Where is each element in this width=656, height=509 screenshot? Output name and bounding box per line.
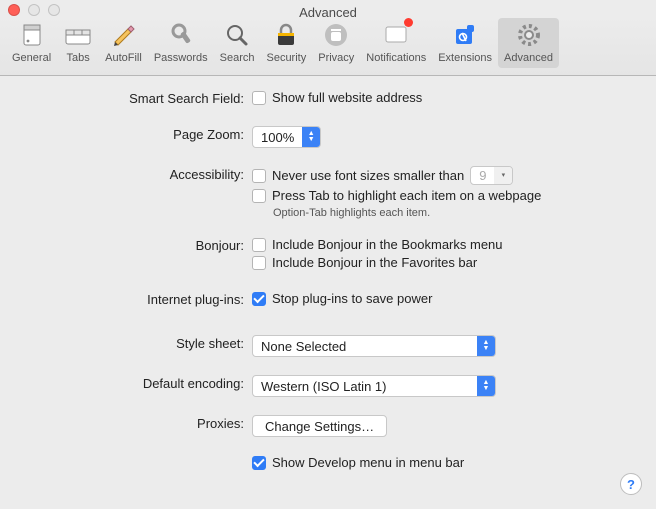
chevron-updown-icon: ▲▼ — [477, 336, 495, 356]
passwords-icon — [166, 20, 196, 50]
toolbar-label: Search — [220, 52, 255, 64]
general-icon — [17, 20, 47, 50]
toolbar-label: General — [12, 52, 51, 64]
stop-plugins-label: Stop plug-ins to save power — [272, 291, 432, 306]
stylesheet-value: None Selected — [253, 339, 354, 354]
toolbar-label: Notifications — [366, 52, 426, 64]
stop-plugins-checkbox[interactable] — [252, 292, 266, 306]
tab-highlight-hint: Option-Tab highlights each item. — [273, 207, 430, 219]
min-font-size-checkbox[interactable] — [252, 169, 266, 183]
toolbar-label: Advanced — [504, 52, 553, 64]
toolbar-label: Extensions — [438, 52, 492, 64]
toolbar-label: Passwords — [154, 52, 208, 64]
toolbar-tab-passwords[interactable]: Passwords — [148, 18, 214, 68]
notification-badge — [404, 18, 413, 27]
stylesheet-label: Style sheet: — [10, 335, 252, 351]
toolbar-tab-tabs[interactable]: Tabs — [57, 18, 99, 68]
change-settings-button[interactable]: Change Settings… — [252, 415, 387, 437]
notifications-icon — [381, 20, 411, 50]
toolbar-label: Tabs — [67, 52, 90, 64]
preferences-toolbar: General Tabs AutoFill Passwords Search S… — [0, 16, 656, 76]
show-develop-label: Show Develop menu in menu bar — [272, 455, 464, 470]
toolbar-tab-extensions[interactable]: Extensions — [432, 18, 498, 68]
min-font-size-label: Never use font sizes smaller than — [272, 168, 464, 183]
chevron-updown-icon: ▲▼ — [302, 127, 320, 147]
page-zoom-label: Page Zoom: — [10, 126, 252, 142]
bonjour-label: Bonjour: — [10, 237, 252, 253]
advanced-pane: Smart Search Field: Show full website ad… — [0, 76, 656, 487]
encoding-label: Default encoding: — [10, 375, 252, 391]
toolbar-tab-general[interactable]: General — [6, 18, 57, 68]
toolbar-tab-advanced[interactable]: Advanced — [498, 18, 559, 68]
show-full-url-checkbox[interactable] — [252, 91, 266, 105]
close-window-button[interactable] — [8, 4, 20, 16]
accessibility-label: Accessibility: — [10, 166, 252, 182]
minimize-window-button[interactable] — [28, 4, 40, 16]
show-full-url-label: Show full website address — [272, 90, 422, 105]
advanced-icon — [514, 20, 544, 50]
min-font-size-value: 9 — [471, 168, 494, 183]
toolbar-tab-autofill[interactable]: AutoFill — [99, 18, 148, 68]
bonjour-favorites-checkbox[interactable] — [252, 256, 266, 270]
plugins-label: Internet plug-ins: — [10, 291, 252, 307]
tabs-icon — [63, 20, 93, 50]
chevron-updown-icon: ▲▼ — [477, 376, 495, 396]
encoding-select[interactable]: Western (ISO Latin 1) ▲▼ — [252, 375, 496, 397]
search-icon — [222, 20, 252, 50]
tab-highlight-label: Press Tab to highlight each item on a we… — [272, 188, 541, 203]
show-develop-checkbox[interactable] — [252, 456, 266, 470]
toolbar-label: AutoFill — [105, 52, 142, 64]
min-font-size-select[interactable]: 9 ▾ — [470, 166, 513, 185]
autofill-icon — [108, 20, 138, 50]
bonjour-bookmarks-label: Include Bonjour in the Bookmarks menu — [272, 237, 503, 252]
privacy-icon — [321, 20, 351, 50]
toolbar-tab-search[interactable]: Search — [214, 18, 261, 68]
help-icon: ? — [627, 477, 635, 492]
page-zoom-select[interactable]: 100% ▲▼ — [252, 126, 321, 148]
toolbar-tab-security[interactable]: Security — [260, 18, 312, 68]
window-titlebar: Advanced — [0, 0, 656, 16]
extensions-icon — [450, 20, 480, 50]
toolbar-label: Security — [266, 52, 306, 64]
tab-highlight-checkbox[interactable] — [252, 189, 266, 203]
help-button[interactable]: ? — [620, 473, 642, 495]
zoom-window-button[interactable] — [48, 4, 60, 16]
bonjour-favorites-label: Include Bonjour in the Favorites bar — [272, 255, 477, 270]
toolbar-tab-privacy[interactable]: Privacy — [312, 18, 360, 68]
smart-search-label: Smart Search Field: — [10, 90, 252, 106]
toolbar-tab-notifications[interactable]: Notifications — [360, 18, 432, 68]
security-icon — [271, 20, 301, 50]
bonjour-bookmarks-checkbox[interactable] — [252, 238, 266, 252]
toolbar-label: Privacy — [318, 52, 354, 64]
page-zoom-value: 100% — [253, 130, 302, 145]
chevron-down-icon: ▾ — [494, 167, 512, 184]
stylesheet-select[interactable]: None Selected ▲▼ — [252, 335, 496, 357]
change-settings-label: Change Settings… — [265, 419, 374, 434]
window-title: Advanced — [299, 5, 357, 20]
encoding-value: Western (ISO Latin 1) — [253, 379, 394, 394]
proxies-label: Proxies: — [10, 415, 252, 431]
